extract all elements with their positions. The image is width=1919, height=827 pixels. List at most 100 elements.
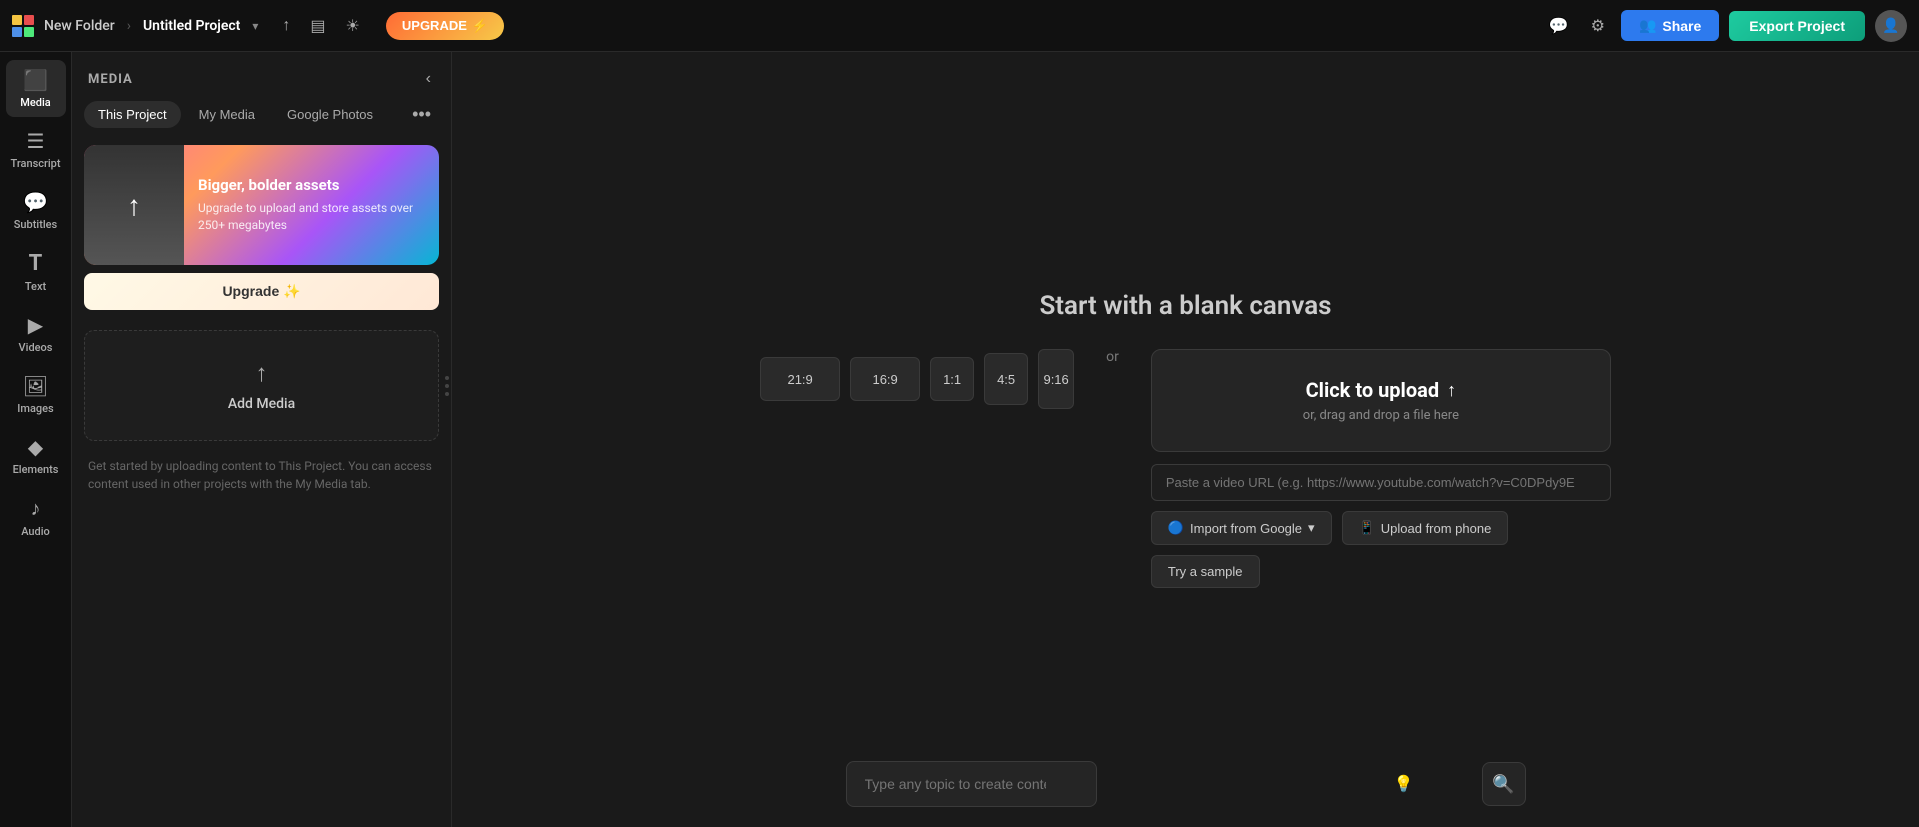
search-icon: 🔍 (1492, 774, 1514, 795)
upload-icon: ↑ (1447, 380, 1456, 401)
upgrade-card-image: ↑ (84, 145, 184, 265)
import-google-chevron-icon: ▾ (1308, 520, 1315, 536)
media-tabs: This Project My Media Google Photos ••• (72, 100, 451, 137)
canvas-area: Start with a blank canvas 21:9 16:9 1:1 … (452, 52, 1919, 827)
phone-icon: 📱 (1359, 520, 1375, 536)
url-input-row (1151, 464, 1611, 501)
sidebar-item-audio[interactable]: ♪ Audio (6, 488, 66, 546)
export-button[interactable]: Export Project (1729, 11, 1865, 41)
upload-title: Click to upload ↑ (1184, 378, 1578, 402)
videos-icon: ▶ (28, 313, 43, 337)
upload-phone-label: Upload from phone (1381, 521, 1492, 536)
project-chevron-icon[interactable]: ▾ (252, 19, 258, 33)
ai-input[interactable] (846, 761, 1097, 807)
media-more-button[interactable]: ••• (404, 100, 439, 129)
aspect-ratios: 21:9 16:9 1:1 4:5 9:16 (760, 349, 1074, 409)
try-sample-label: Try a sample (1168, 564, 1243, 579)
logo-sq-red (24, 15, 34, 25)
aspect-9-16-button[interactable]: 9:16 (1038, 349, 1074, 409)
add-media-section: ↑ Add Media (84, 330, 439, 441)
url-input[interactable] (1151, 464, 1611, 501)
sidebar-item-videos-label: Videos (19, 341, 53, 354)
upgrade-card-placeholder: ↑ (84, 145, 184, 265)
aspect-16-9-button[interactable]: 16:9 (850, 357, 920, 401)
blank-canvas-title: Start with a blank canvas (1039, 291, 1331, 321)
import-buttons: 🔵 Import from Google ▾ 📱 Upload from pho… (1151, 511, 1611, 588)
sidebar-item-subtitles[interactable]: 💬 Subtitles (6, 182, 66, 239)
logo-sq-blue (12, 27, 22, 37)
ai-lightbulb-icon-button[interactable]: 💡 (1394, 774, 1414, 794)
upload-box[interactable]: Click to upload ↑ or, drag and drop a fi… (1151, 349, 1611, 452)
sidebar-item-audio-label: Audio (21, 525, 50, 538)
media-divider (445, 376, 449, 396)
upgrade-label: UPGRADE (402, 18, 467, 33)
upload-arrow-icon: ↑ (127, 189, 141, 222)
sidebar-item-elements[interactable]: ◆ Elements (6, 427, 66, 484)
add-media-box[interactable]: ↑ Add Media (84, 330, 439, 441)
media-help-text: Get started by uploading content to This… (72, 449, 451, 501)
text-icon: T (29, 251, 43, 276)
topbar-right: 💬 ⚙ 👥 Share Export Project 👤 (1543, 10, 1907, 42)
sidebar-item-text[interactable]: T Text (6, 243, 66, 301)
settings-button[interactable]: ⚙ (1585, 10, 1611, 42)
sidebar-item-media[interactable]: ⬛ Media (6, 60, 66, 117)
upgrade-icon: ⚡ (472, 18, 488, 34)
brightness-button[interactable]: ☀ (340, 10, 366, 42)
topbar: New Folder › Untitled Project ▾ ↑ ▤ ☀ UP… (0, 0, 1919, 52)
aspect-21-9-button[interactable]: 21:9 (760, 357, 840, 401)
or-text: or (1106, 349, 1119, 365)
upload-section: Click to upload ↑ or, drag and drop a fi… (1151, 349, 1611, 588)
logo-sq-green (24, 27, 34, 37)
tab-this-project[interactable]: This Project (84, 101, 181, 128)
upgrade-card: ↑ Bigger, bolder assets Upgrade to uploa… (84, 145, 439, 265)
upgrade-button[interactable]: UPGRADE ⚡ (386, 12, 504, 40)
sidebar-item-transcript[interactable]: ☰ Transcript (6, 121, 66, 178)
sidebar-item-text-label: Text (25, 280, 46, 293)
project-name[interactable]: Untitled Project (143, 18, 240, 34)
upload-subtitle: or, drag and drop a file here (1184, 408, 1578, 423)
share-link-button[interactable]: ↑ (276, 11, 296, 41)
aspect-1-1-button[interactable]: 1:1 (930, 357, 974, 401)
panel-collapse-button[interactable]: ‹ (422, 66, 435, 92)
import-google-button[interactable]: 🔵 Import from Google ▾ (1151, 511, 1332, 545)
logo-squares (12, 15, 34, 37)
share-button[interactable]: 👥 Share (1621, 10, 1719, 41)
audio-icon: ♪ (31, 496, 41, 521)
sidebar-item-images[interactable]: 🖼 Images (6, 366, 66, 423)
canvas-options-row: 21:9 16:9 1:1 4:5 9:16 or Click to uploa… (760, 349, 1611, 588)
try-sample-button[interactable]: Try a sample (1151, 555, 1260, 588)
media-panel: MEDIA ‹ This Project My Media Google Pho… (72, 52, 452, 827)
share-label: Share (1662, 18, 1701, 34)
aspect-ratio-column: 21:9 16:9 1:1 4:5 9:16 (760, 349, 1074, 409)
subtitles-icon: 💬 (23, 190, 48, 214)
add-media-label: Add Media (228, 396, 295, 412)
elements-icon: ◆ (28, 435, 43, 459)
dot3 (445, 392, 449, 396)
upgrade-card-description: Upgrade to upload and store assets over … (198, 200, 425, 234)
canvas-center: Start with a blank canvas 21:9 16:9 1:1 … (736, 271, 1636, 608)
comments-button[interactable]: ▤ (304, 10, 331, 42)
sidebar-item-media-label: Media (20, 96, 50, 109)
sidebar-item-elements-label: Elements (13, 463, 59, 476)
tab-google-photos[interactable]: Google Photos (273, 101, 387, 128)
folder-name[interactable]: New Folder (44, 18, 115, 34)
upgrade-card-title: Bigger, bolder assets (198, 176, 425, 194)
share-icon: 👥 (1639, 17, 1656, 34)
avatar[interactable]: 👤 (1875, 10, 1907, 42)
upgrade-cta-button[interactable]: Upgrade ✨ (84, 273, 439, 310)
media-panel-title: MEDIA (88, 72, 133, 87)
dot1 (445, 376, 449, 380)
images-icon: 🖼 (23, 374, 48, 398)
upgrade-card-content: Bigger, bolder assets Upgrade to upload … (184, 145, 439, 265)
sidebar-item-videos[interactable]: ▶ Videos (6, 305, 66, 362)
icon-sidebar: ⬛ Media ☰ Transcript 💬 Subtitles T Text … (0, 52, 72, 827)
sidebar-item-transcript-label: Transcript (11, 157, 61, 170)
aspect-4-5-button[interactable]: 4:5 (984, 353, 1028, 405)
search-button[interactable]: 🔍 (1482, 762, 1526, 806)
google-icon: 🔵 (1168, 520, 1184, 536)
comment-icon-button[interactable]: 💬 (1543, 10, 1575, 42)
upload-text: Click to upload (1306, 378, 1440, 402)
upload-phone-button[interactable]: 📱 Upload from phone (1342, 511, 1509, 545)
tab-my-media[interactable]: My Media (185, 101, 269, 128)
logo (12, 15, 34, 37)
